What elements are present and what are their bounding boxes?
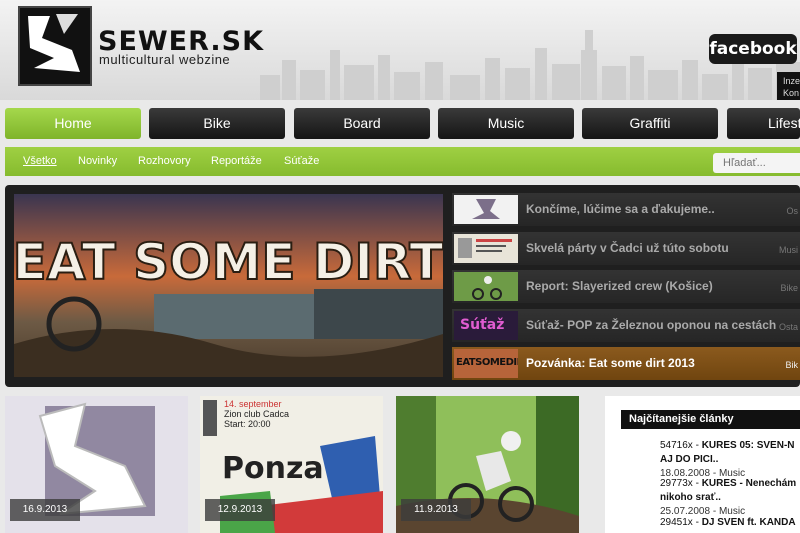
featured-thumbnail: EATSOMEDIRT [454, 349, 518, 378]
featured-item[interactable]: Končíme, lúčime sa a ďakujeme.. Os [452, 193, 800, 226]
featured-item-title: Končíme, lúčime sa a ďakujeme.. [526, 202, 715, 216]
nav-item-home[interactable]: Home [5, 108, 141, 139]
popular-item-title: DJ SVEN ft. KANDA [701, 517, 796, 528]
facebook-button[interactable]: facebook [709, 34, 797, 64]
featured-item-title: Pozvánka: Eat some dirt 2013 [526, 356, 695, 370]
popular-item-title: KURES 05: SVEN-N [701, 440, 795, 451]
popular-item-count: 29773x [660, 478, 693, 489]
article-date: 12.9.2013 [205, 499, 275, 521]
side-links-tab[interactable]: Inze Kon [777, 72, 800, 100]
popular-item[interactable]: 29451x - DJ SVEN ft. KANDA [660, 517, 796, 528]
subnav-item-interviews[interactable]: Rozhovory [138, 155, 191, 167]
featured-slider: EAT SOME DIRT Končíme, lúčime sa a ďakuj… [5, 185, 800, 387]
popular-item-meta: 25.07.2008 - Music [660, 506, 746, 517]
popular-item-count: 29451x [660, 517, 693, 528]
popular-articles-panel: Najčítanejšie články 54716x - KURES 05: … [605, 396, 800, 533]
thumbnail-text: EATSOMEDIRT [456, 357, 518, 368]
site-header: SEWER.SK multicultural webzine facebook … [0, 0, 800, 100]
popular-item-title: KURES - Nenechám [701, 478, 797, 489]
article-card[interactable]: Ponza 14. september Zion club Cadca Star… [200, 396, 383, 533]
article-date: 11.9.2013 [401, 499, 471, 521]
featured-thumbnail [454, 195, 518, 224]
subnav-item-all[interactable]: Všetko [23, 155, 57, 167]
popular-item-count: 54716x [660, 440, 693, 451]
featured-item-category: Bik [785, 360, 798, 370]
featured-item[interactable]: Skvelá párty v Čadci už túto sobotu Musi [452, 232, 800, 265]
side-link[interactable]: Kon [783, 87, 800, 99]
main-navigation: Home Bike Board Music Graffiti Lifest [0, 108, 800, 140]
nav-item-board[interactable]: Board [294, 108, 430, 139]
search-input[interactable] [713, 153, 800, 173]
poster-text: Zion club Cadca [224, 409, 290, 419]
subnav-item-reports[interactable]: Reportáže [211, 155, 262, 167]
featured-item-category: Os [786, 206, 798, 216]
popular-item-date: 25.07.2008 [660, 506, 711, 517]
featured-image-title: EAT SOME DIRT [14, 233, 443, 291]
poster-text: Start: 20:00 [224, 419, 271, 429]
featured-item[interactable]: Report: Slayerized crew (Košice) Bike [452, 270, 800, 303]
logo-emblem-icon [28, 14, 80, 72]
featured-thumbnail [454, 234, 518, 263]
article-card[interactable]: 16.9.2013 [5, 396, 188, 533]
featured-item[interactable]: Súťaž Súťaž- POP za Železnou oponou na c… [452, 309, 800, 342]
featured-item-category: Bike [780, 283, 798, 293]
nav-item-music[interactable]: Music [438, 108, 574, 139]
popular-item-title-cont[interactable]: AJ DO PICI.. [660, 454, 718, 465]
nav-item-bike[interactable]: Bike [149, 108, 285, 139]
poster-word: Ponza [222, 451, 324, 486]
popular-item[interactable]: 54716x - KURES 05: SVEN-N [660, 440, 795, 451]
poster-text: 14. september [224, 399, 282, 409]
subnav-item-news[interactable]: Novinky [78, 155, 117, 167]
site-logo[interactable] [18, 6, 92, 86]
featured-item-active[interactable]: EATSOMEDIRT Pozvánka: Eat some dirt 2013… [452, 347, 800, 380]
featured-image[interactable]: EAT SOME DIRT [14, 194, 443, 377]
article-card[interactable]: 11.9.2013 [396, 396, 579, 533]
article-date: 16.9.2013 [10, 499, 80, 521]
popular-item-title-cont[interactable]: nikoho srať.. [660, 492, 721, 503]
nav-item-lifestyle[interactable]: Lifest [727, 108, 800, 139]
featured-item-category: Osta [778, 322, 798, 332]
sub-navigation: Všetko Novinky Rozhovory Reportáže Súťaž… [5, 147, 800, 176]
popular-articles-title: Najčítanejšie články [621, 410, 800, 429]
site-tagline: multicultural webzine [99, 52, 231, 67]
featured-item-title: Report: Slayerized crew (Košice) [526, 279, 713, 293]
featured-thumbnail [454, 272, 518, 301]
featured-item-title: Súťaž- POP za Železnou oponou na cestách [526, 318, 777, 332]
featured-item-title: Skvelá párty v Čadci už túto sobotu [526, 241, 729, 255]
nav-item-graffiti[interactable]: Graffiti [582, 108, 718, 139]
popular-item[interactable]: 29773x - KURES - Nenechám [660, 478, 796, 489]
popular-item-category: Music [718, 506, 746, 517]
featured-item-category: Musi [778, 245, 798, 255]
subnav-item-contests[interactable]: Súťaže [284, 155, 319, 167]
featured-thumbnail: Súťaž [454, 311, 518, 340]
thumbnail-text: Súťaž [460, 317, 505, 333]
side-link[interactable]: Inze [783, 75, 800, 87]
